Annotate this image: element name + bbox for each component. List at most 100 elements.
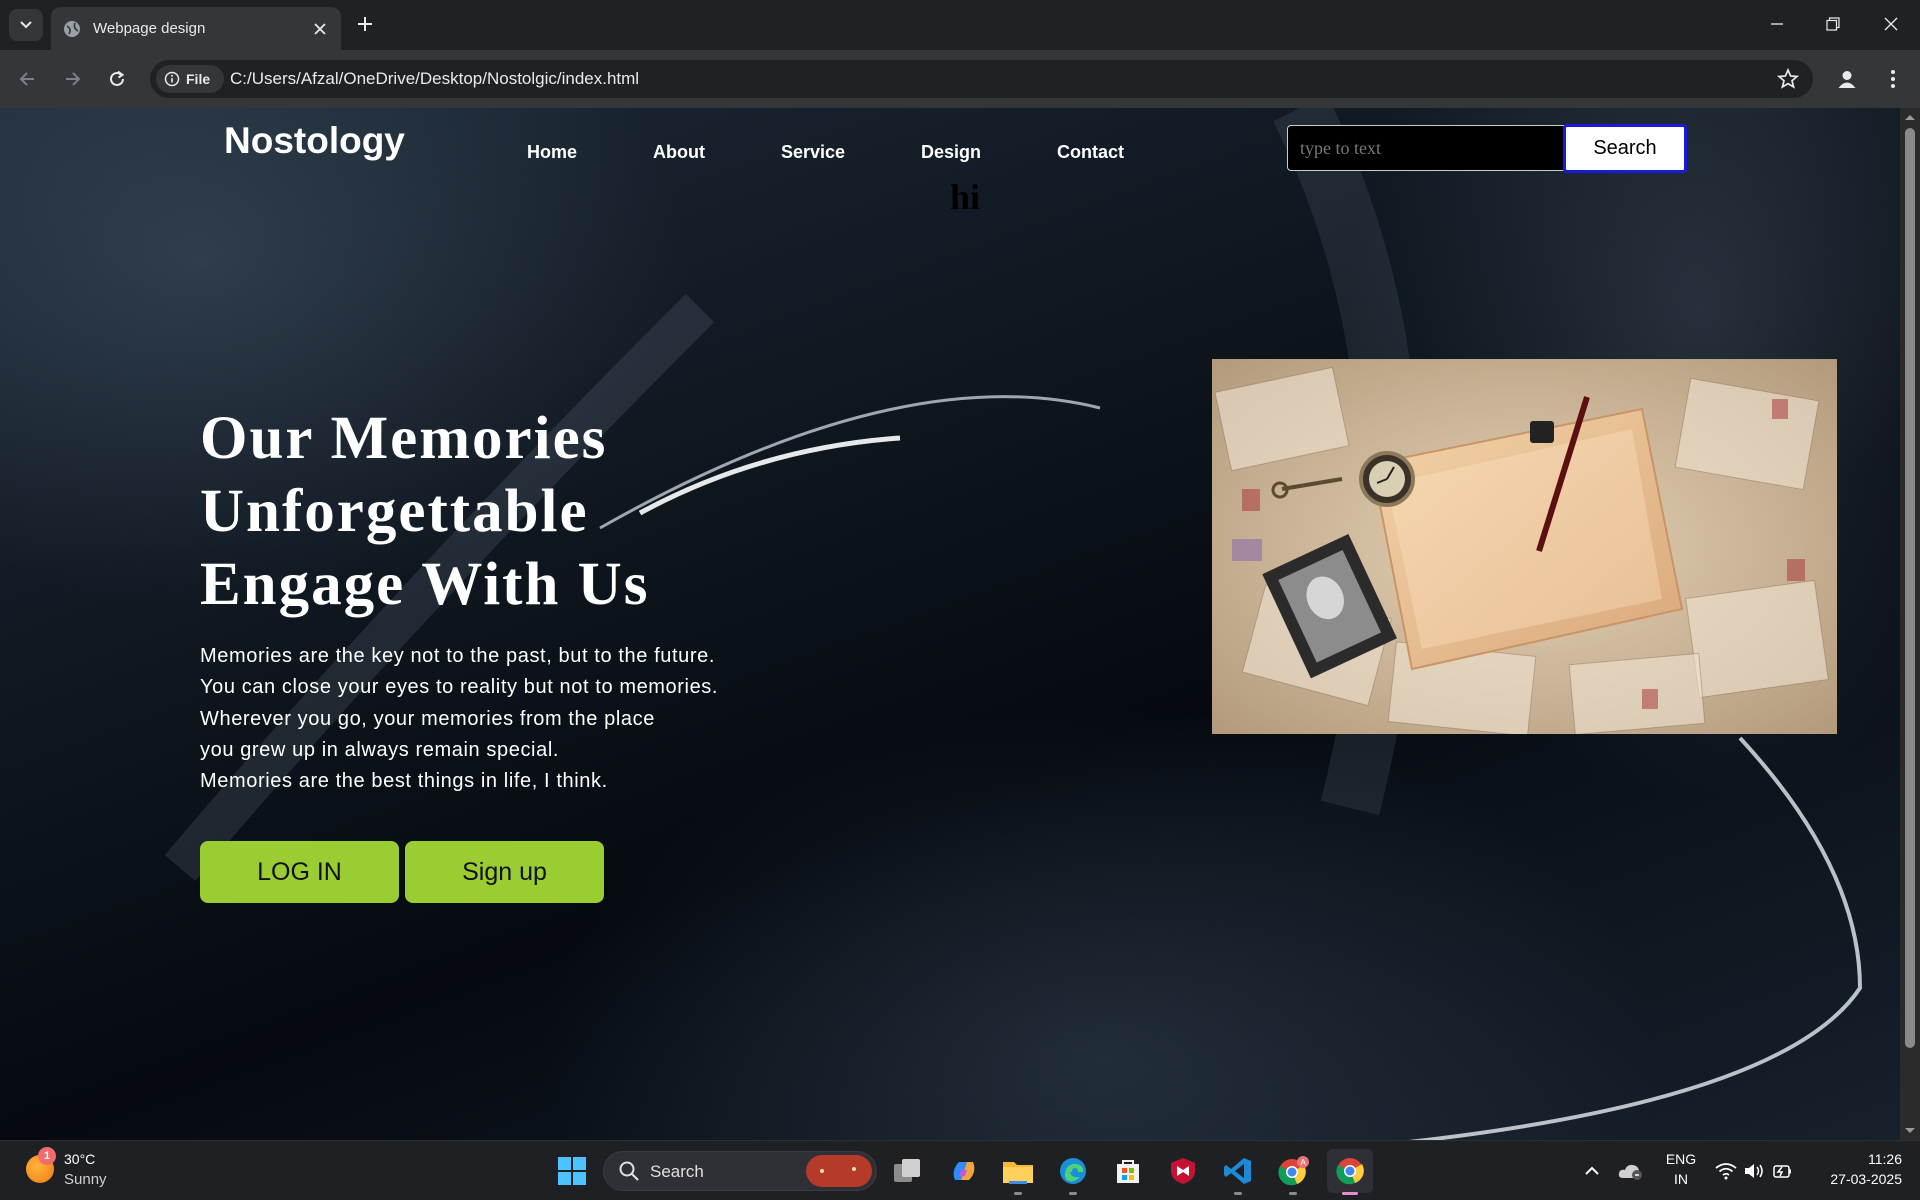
forward-button[interactable] — [56, 62, 90, 96]
onedrive-button[interactable] — [1612, 1151, 1648, 1191]
arrow-left-icon — [19, 72, 34, 86]
arrow-right-icon — [66, 72, 81, 86]
store-button[interactable] — [1108, 1151, 1148, 1191]
site-logo[interactable]: Nostology — [224, 120, 405, 162]
clock-time: 11:26 — [1868, 1151, 1902, 1167]
login-button[interactable]: LOG IN — [200, 841, 399, 903]
vscode-icon — [1224, 1158, 1251, 1184]
search-input[interactable] — [1287, 125, 1565, 171]
address-bar[interactable]: File C:/Users/Afzal/OneDrive/Desktop/Nos… — [150, 60, 1813, 98]
vscode-button[interactable] — [1218, 1151, 1258, 1191]
nav-contact[interactable]: Contact — [1057, 142, 1124, 163]
chevron-up-icon — [1585, 1166, 1599, 1175]
signup-button[interactable]: Sign up — [405, 841, 604, 903]
taskbar-search-box[interactable]: Search — [603, 1151, 877, 1191]
battery-charging-icon — [1773, 1165, 1791, 1178]
browser-tab[interactable]: Webpage design — [51, 7, 341, 50]
volume-icon — [1745, 1164, 1763, 1178]
hero-paragraph-line: Memories are the best things in life, I … — [200, 770, 608, 793]
running-indicator — [1014, 1192, 1022, 1195]
profile-button[interactable] — [1830, 62, 1864, 96]
site-info-chip[interactable]: File — [156, 65, 224, 93]
close-window-button[interactable] — [1868, 8, 1914, 40]
tab-search-button[interactable] — [9, 9, 43, 41]
svg-text:A: A — [1301, 1158, 1307, 1167]
start-button[interactable] — [552, 1151, 592, 1191]
search-button[interactable]: Search — [1563, 124, 1687, 173]
new-tab-button[interactable] — [354, 12, 376, 36]
minimize-button[interactable] — [1754, 8, 1800, 40]
mcafee-button[interactable] — [1163, 1151, 1203, 1191]
scroll-down-arrow-icon[interactable] — [1900, 1125, 1920, 1137]
close-icon — [1884, 17, 1898, 31]
running-indicator — [1289, 1192, 1297, 1195]
bookmark-button[interactable] — [1776, 67, 1800, 95]
running-indicator — [1234, 1192, 1242, 1195]
chrome-icon: A — [1278, 1156, 1309, 1186]
hero-paragraph-line: Memories are the key not to the past, bu… — [200, 645, 715, 667]
region-code: IN — [1674, 1171, 1688, 1187]
task-view-button[interactable] — [888, 1151, 928, 1191]
star-icon — [1776, 67, 1800, 89]
weather-description: Sunny — [64, 1171, 107, 1188]
hero-title-line: Engage With Us — [200, 551, 650, 618]
hero-title-line: Our Memories — [200, 405, 608, 472]
task-view-icon — [894, 1159, 920, 1182]
scroll-thumb[interactable] — [1905, 128, 1915, 1048]
minimize-icon — [1771, 23, 1783, 25]
copilot-icon — [953, 1162, 975, 1180]
globe-icon — [64, 20, 80, 37]
chrome-active-button[interactable] — [1327, 1149, 1373, 1193]
cloud-icon — [1618, 1164, 1642, 1180]
mcafee-shield-icon — [1171, 1158, 1195, 1184]
edge-icon — [1060, 1158, 1086, 1184]
tab-close-button[interactable] — [311, 20, 329, 38]
copilot-button[interactable] — [944, 1151, 984, 1191]
back-button[interactable] — [10, 62, 44, 96]
file-explorer-button[interactable] — [998, 1151, 1038, 1191]
more-vertical-icon — [1891, 70, 1895, 88]
hero-title-line: Unforgettable — [200, 478, 589, 545]
nav-design[interactable]: Design — [921, 142, 981, 163]
active-indicator — [1342, 1192, 1358, 1195]
nav-home[interactable]: Home — [527, 142, 577, 163]
show-hidden-icons-button[interactable] — [1574, 1151, 1610, 1191]
menu-button[interactable] — [1876, 62, 1910, 96]
store-icon — [1117, 1160, 1139, 1183]
search-highlight-icon — [806, 1155, 872, 1187]
clock[interactable]: 11:26 27-03-2025 — [1812, 1151, 1902, 1187]
nav-about[interactable]: About — [653, 142, 705, 163]
stray-text: hi — [950, 177, 981, 217]
folder-icon — [1003, 1162, 1033, 1184]
weather-badge: 1 — [38, 1147, 56, 1165]
restore-button[interactable] — [1810, 8, 1856, 40]
close-icon — [314, 22, 326, 35]
site-chip-label: File — [186, 71, 211, 87]
language-code: ENG — [1665, 1151, 1697, 1167]
hero-title: Our Memories Unforgettable Engage With U… — [200, 402, 649, 621]
tab-title: Webpage design — [93, 20, 206, 37]
hero-paragraph-line: You can close your eyes to reality but n… — [200, 676, 719, 699]
wifi-icon — [1715, 1163, 1737, 1180]
page-viewport: Nostology Home About Service Design Cont… — [0, 108, 1900, 1140]
edge-button[interactable] — [1053, 1151, 1093, 1191]
reload-button[interactable] — [100, 62, 134, 96]
scroll-up-arrow-icon[interactable] — [1900, 111, 1920, 123]
vintage-letters-image — [1212, 359, 1837, 734]
search-icon — [619, 1161, 639, 1181]
language-indicator[interactable]: ENG IN — [1660, 1151, 1702, 1187]
plus-icon — [358, 17, 372, 31]
taskbar-search-label: Search — [650, 1162, 704, 1181]
chrome-profile-button[interactable]: A — [1273, 1151, 1313, 1191]
page-scrollbar[interactable] — [1900, 108, 1920, 1140]
chrome-icon — [1336, 1158, 1364, 1185]
hero-paragraph-line: Wherever you go, your memories from the … — [200, 707, 655, 730]
hero-paragraph: Memories are the key not to the past, bu… — [200, 641, 718, 797]
windows-taskbar: 1 30°C Sunny Search A ENG IN 11:26 27-03… — [0, 1140, 1920, 1200]
chevron-down-icon — [20, 21, 32, 29]
windows-logo-icon — [558, 1157, 586, 1185]
nav-service[interactable]: Service — [781, 142, 845, 163]
quick-settings-button[interactable] — [1712, 1151, 1796, 1191]
url-text[interactable]: C:/Users/Afzal/OneDrive/Desktop/Nostolgi… — [230, 69, 639, 89]
profile-icon — [1838, 71, 1856, 88]
